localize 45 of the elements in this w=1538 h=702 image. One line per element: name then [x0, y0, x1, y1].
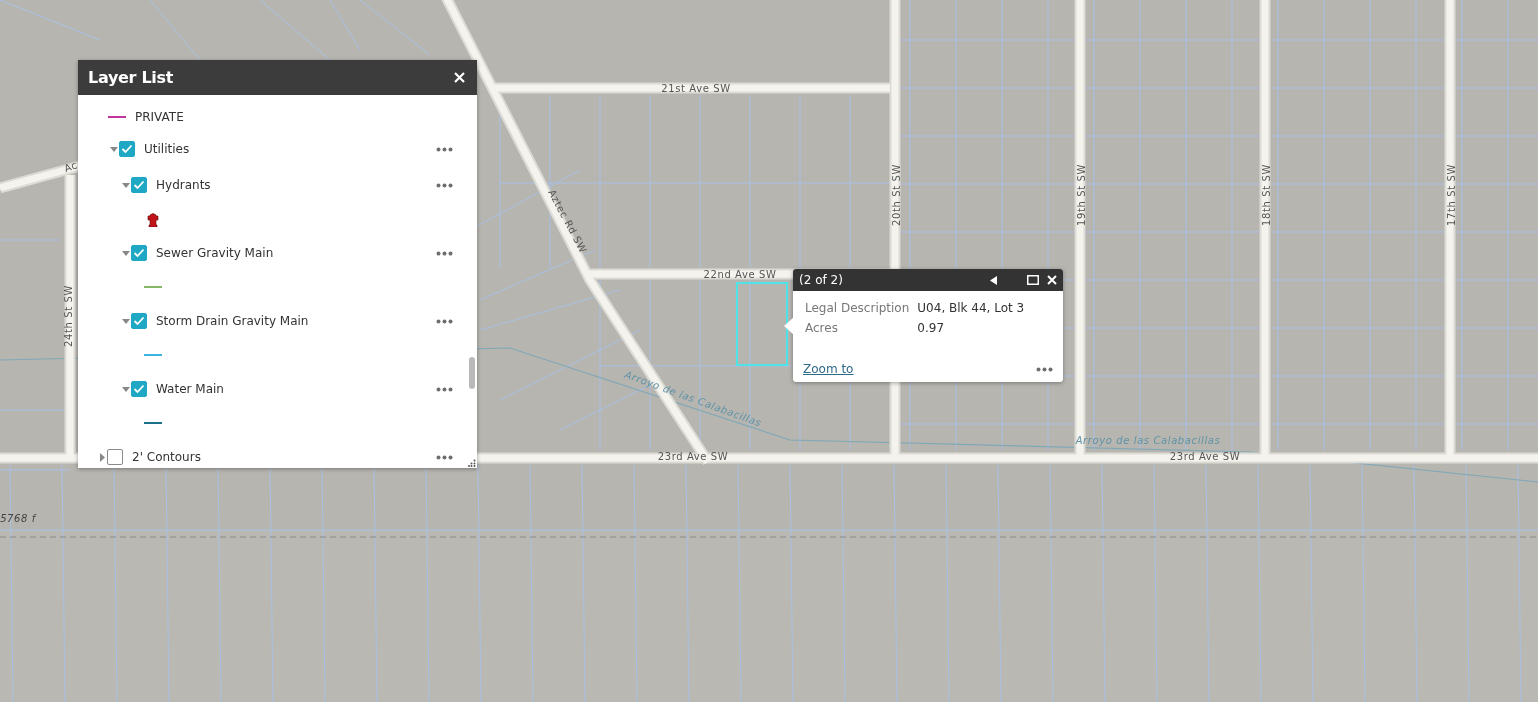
panel-title: Layer List	[88, 68, 174, 87]
field-value: U04, Blk 44, Lot 3	[917, 301, 1026, 315]
field-label: Acres	[805, 321, 839, 335]
map-label: 22nd Ave SW	[703, 269, 777, 280]
hydrant-icon	[147, 211, 159, 227]
popup-title: (2 of 2)	[799, 273, 844, 287]
map-label: Ac	[62, 159, 79, 175]
layer-checkbox[interactable]	[131, 381, 147, 397]
more-icon[interactable]	[436, 318, 453, 324]
layer-name: Water Main	[156, 382, 225, 396]
layer-checkbox[interactable]	[131, 313, 147, 329]
map-label: 23rd Ave SW	[1169, 451, 1241, 462]
map-label: 21st Ave SW	[661, 83, 731, 94]
map-label: 24th St SW	[63, 285, 74, 347]
field-label: Legal Description	[805, 301, 910, 315]
layer-checkbox[interactable]	[119, 141, 135, 157]
more-icon[interactable]	[436, 454, 453, 460]
close-button[interactable]	[454, 72, 465, 83]
more-icon[interactable]	[436, 182, 453, 188]
more-icon[interactable]	[436, 146, 453, 152]
more-icon[interactable]	[436, 386, 453, 392]
layer-name: 2' Contours	[132, 450, 202, 464]
more-icon[interactable]	[436, 250, 453, 256]
layer-checkbox[interactable]	[131, 177, 147, 193]
layer-checkbox[interactable]	[131, 245, 147, 261]
zoom-to-link[interactable]: Zoom to	[803, 362, 854, 376]
maximize-button[interactable]	[1027, 275, 1039, 285]
map-label: 17th St SW	[1446, 164, 1457, 226]
resize-grip-icon[interactable]	[468, 459, 476, 467]
close-button[interactable]	[1047, 275, 1057, 285]
more-icon[interactable]	[1036, 366, 1053, 372]
layer-name: Utilities	[144, 142, 191, 156]
field-value: 0.97	[917, 321, 946, 335]
previous-button[interactable]	[990, 275, 997, 285]
layer-name: Storm Drain Gravity Main	[156, 314, 310, 328]
map-label: 19th St SW	[1076, 164, 1087, 226]
layer-checkbox[interactable]	[107, 449, 123, 465]
layer-name: Hydrants	[156, 178, 212, 192]
map-label: 23rd Ave SW	[657, 451, 729, 462]
map-label: 18th St SW	[1261, 164, 1272, 226]
legend-label: PRIVATE	[135, 110, 184, 124]
scrollbar-thumb[interactable]	[469, 357, 475, 389]
map-label: 5768 f	[0, 513, 36, 524]
map-label: 20th St SW	[891, 164, 902, 226]
layer-name: Sewer Gravity Main	[156, 246, 275, 260]
